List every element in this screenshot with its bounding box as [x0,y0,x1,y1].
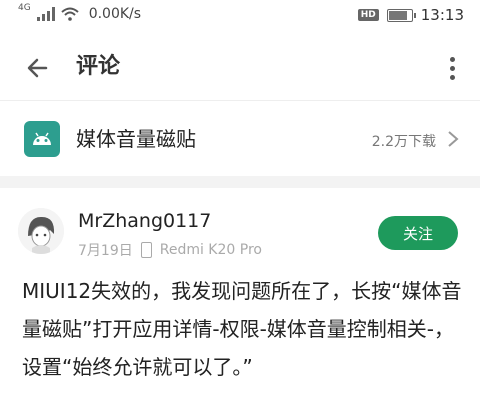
chevron-right-icon [448,131,459,147]
avatar[interactable] [18,208,64,254]
comment-text: MIUI12失效的，我发现问题所在了，长按“媒体音量磁贴”打开应用详情-权限-媒… [22,279,462,379]
download-count: 2.2万下载 [371,134,436,150]
app-info-row[interactable]: 媒体音量磁贴 2.2万下载 [0,100,480,177]
hd-badge: HD [357,9,379,21]
page-title: 评论 [76,54,121,79]
more-options-button[interactable] [444,52,460,84]
app-bar: 评论 [0,34,480,100]
more-vert-icon-dot [449,74,455,80]
app-name: 媒体音量磁贴 [76,127,196,151]
status-left: 4G 0.00K/s [18,3,142,22]
more-vert-icon-dot [449,56,455,62]
follow-button[interactable]: 关注 [378,216,458,250]
back-arrow-icon [27,58,48,78]
comment-meta: 7月19日 Redmi K20 Pro [78,240,262,260]
signal-icon [36,7,55,21]
status-bar: 4G 0.00K/s HD 13:13 [0,0,480,34]
network-type-label: 4G [18,3,31,13]
phone-icon [140,242,152,258]
more-vert-icon-dot [449,65,455,71]
wifi-icon [61,7,79,21]
comment-item: MrZhang0117 7月19日 Redmi K20 Pro 关注 MIUI1… [0,188,480,412]
section-divider [0,176,480,188]
back-button[interactable] [22,52,54,84]
comment-date: 7月19日 [78,243,133,259]
network-speed: 0.00K/s [88,6,142,22]
status-right: HD 13:13 [357,6,464,24]
clock: 13:13 [420,6,464,24]
username[interactable]: MrZhang0117 [78,210,211,232]
device-name: Redmi K20 Pro [159,242,262,258]
battery-fill [388,10,407,20]
android-icon [24,121,60,157]
battery-icon [386,8,416,22]
